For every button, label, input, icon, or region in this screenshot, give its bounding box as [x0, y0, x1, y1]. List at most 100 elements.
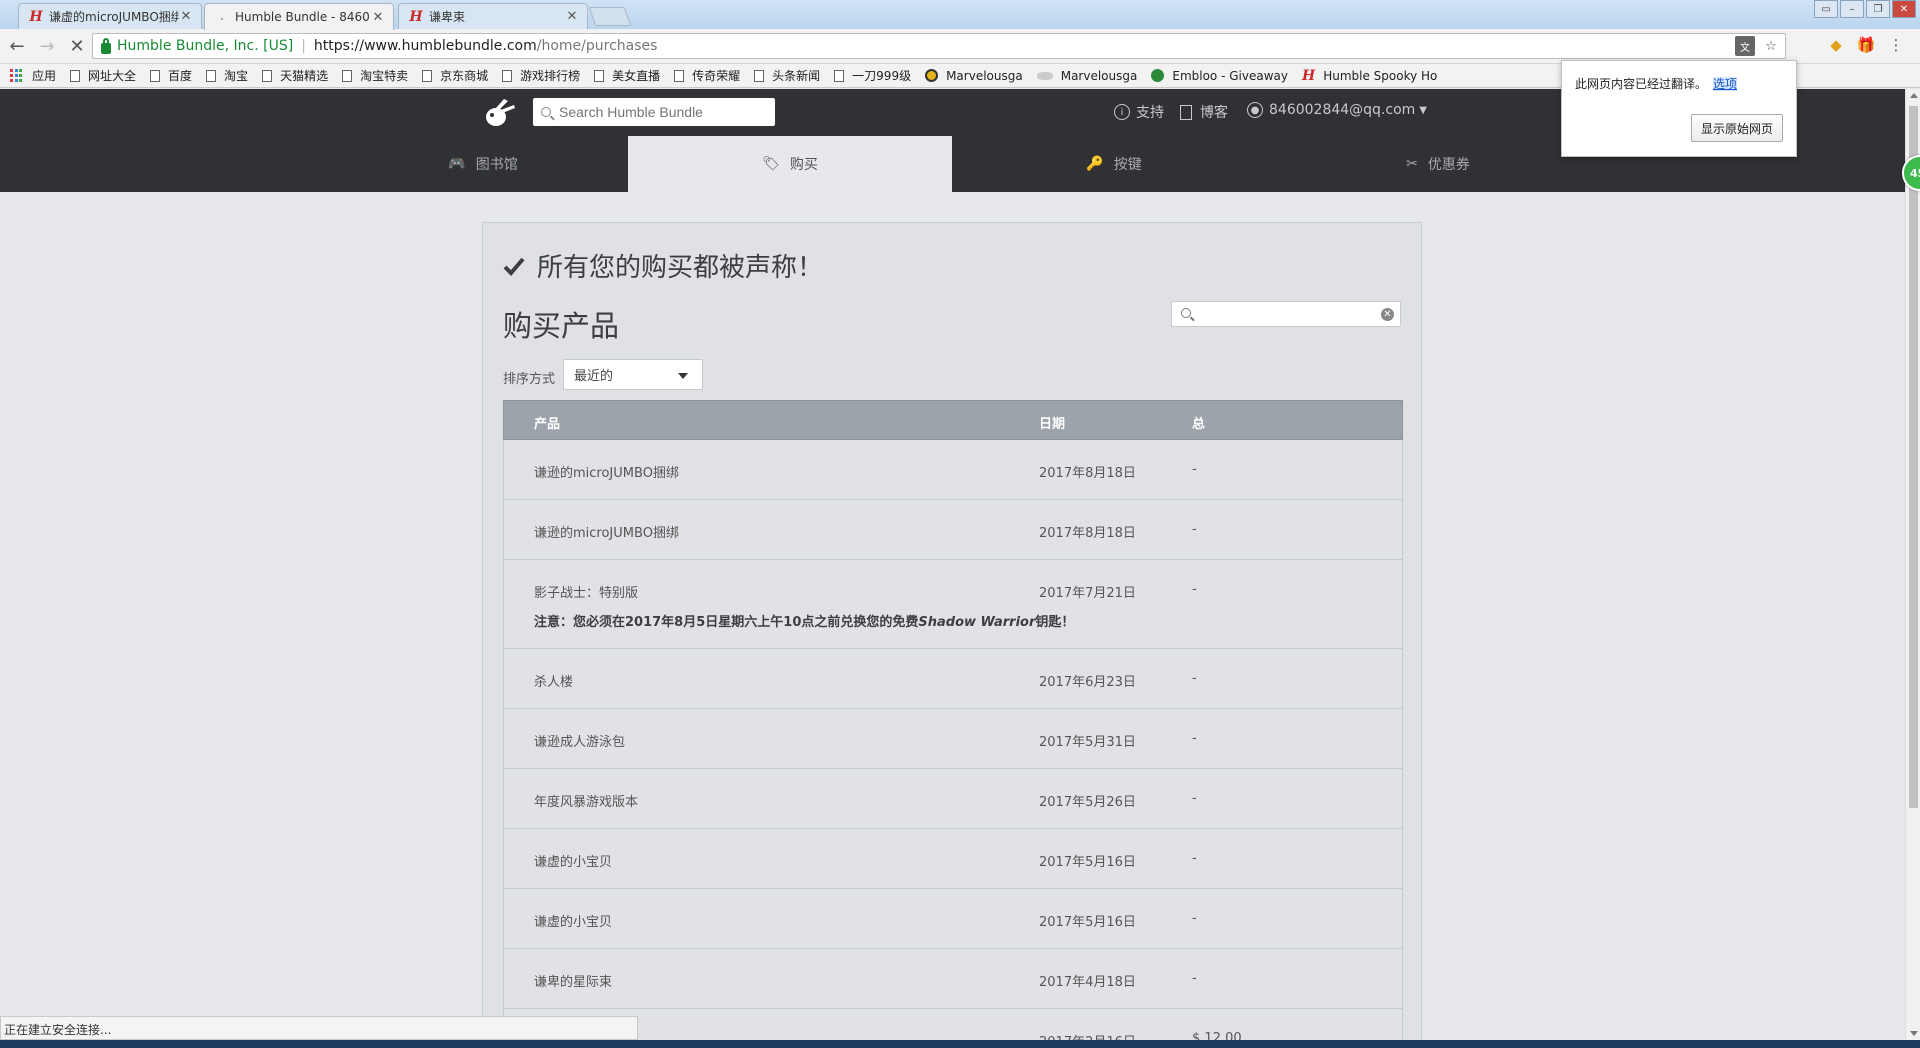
translate-message-line: 此网页内容已经过翻译。 选项 [1575, 75, 1738, 92]
cell-product[interactable]: 谦卑的星际束 [534, 971, 612, 990]
purchases-search-input[interactable] [1200, 305, 1370, 323]
bookmark-item[interactable]: 天猫精选 [262, 67, 328, 84]
bookmark-item[interactable]: Marvelousga [925, 69, 1023, 83]
bookmark-item[interactable]: Embloo - Giveaway [1151, 69, 1288, 83]
restore-icon[interactable]: ❐ [1866, 0, 1890, 18]
claimed-banner: 所有您的购买都被声称！ [503, 247, 823, 284]
table-row[interactable]: 谦虚的小宝贝 2017年5月16日 - [503, 829, 1403, 889]
tag-icon: 🏷 [762, 156, 780, 172]
back-arrow-icon[interactable]: ← [4, 33, 30, 59]
close-window-icon[interactable]: ✕ [1892, 0, 1916, 18]
cell-date: 2017年5月31日 [1039, 735, 1136, 750]
translate-options-link[interactable]: 选项 [1713, 77, 1738, 91]
minimize-icon[interactable]: – [1840, 0, 1864, 18]
tab-library[interactable]: 🎮 图书馆 [338, 136, 628, 192]
bookmark-item[interactable]: 应用 [10, 67, 56, 84]
bookmark-item[interactable]: 传奇荣耀 [674, 67, 740, 84]
gift-icon[interactable]: 🎁 [1856, 35, 1876, 55]
header-date[interactable]: 日期 [1039, 413, 1065, 432]
tab-purchases[interactable]: 🏷 购买 [628, 136, 952, 192]
sort-dropdown[interactable]: 最近的 [563, 359, 703, 390]
extension-color-icon[interactable]: ◆ [1826, 35, 1846, 55]
table-row[interactable]: 谦逊的microJUMBO捆绑 2017年8月18日 - [503, 440, 1403, 500]
window-controls: ▭ – ❐ ✕ [1814, 0, 1916, 18]
stop-loading-icon[interactable]: ✕ [64, 33, 90, 59]
page-icon [422, 69, 433, 82]
bookmark-item[interactable]: 头条新闻 [754, 67, 820, 84]
menu-icon[interactable]: ⋮ [1886, 35, 1906, 55]
table-row[interactable]: 年度风暴游戏版本 2017年5月26日 - [503, 769, 1403, 829]
browser-tab[interactable]: H 谦虚的microJUMBO捆绑 ✕ [18, 3, 202, 29]
cell-product[interactable]: 杀人楼 [534, 671, 573, 690]
claimed-message: 所有您的购买都被声称！ [537, 253, 824, 283]
humble-search[interactable] [533, 98, 775, 126]
tab-label: 按键 [1113, 157, 1142, 173]
cell-product[interactable]: 谦虚的小宝贝 [534, 851, 612, 870]
tab-coupons[interactable]: ✂ 优惠券 [1276, 136, 1600, 192]
page-icon [70, 69, 81, 82]
humble-h-icon: H [1301, 67, 1316, 84]
header-total[interactable]: 总 [1192, 413, 1205, 432]
bookmark-item[interactable]: 京东商城 [422, 67, 488, 84]
cell-total: - [1192, 911, 1197, 926]
bookmark-label: 头条新闻 [772, 69, 821, 83]
forward-arrow-icon[interactable]: → [34, 33, 60, 59]
user-icon[interactable]: ▭ [1814, 0, 1838, 18]
table-row[interactable]: 谦卑的星际束 2017年4月18日 - [503, 949, 1403, 1009]
cell-total: - [1192, 582, 1197, 597]
browser-tab[interactable]: H 谦卑束 ✕ [398, 3, 588, 29]
purchases-search[interactable]: ✕ [1171, 301, 1401, 327]
table-header: 产品 日期 总 [503, 400, 1403, 440]
blog-link[interactable]: 博客 [1180, 102, 1228, 122]
scroll-thumb[interactable] [1909, 106, 1918, 808]
table-row[interactable]: 谦逊成人游泳包 2017年5月31日 - [503, 709, 1403, 769]
bookmark-item[interactable]: 一刀999级 [834, 67, 911, 84]
scroll-down-icon[interactable] [1910, 1031, 1918, 1036]
humble-search-input[interactable] [559, 104, 759, 120]
tab-close-icon[interactable]: ✕ [565, 9, 579, 24]
table-row[interactable]: 杀人楼 2017年6月23日 - [503, 649, 1403, 709]
translate-icon[interactable]: 文 [1735, 36, 1755, 56]
cell-date: 2017年5月26日 [1039, 795, 1136, 810]
chevron-down-icon [678, 373, 688, 379]
tab-close-icon[interactable]: ✕ [371, 10, 385, 25]
tab-keys[interactable]: 🔑 按键 [952, 136, 1276, 192]
show-original-button[interactable]: 显示原始网页 [1690, 114, 1783, 142]
cell-product[interactable]: 年度风暴游戏版本 [534, 791, 638, 810]
bookmark-item[interactable]: H Humble Spooky Ho [1302, 68, 1437, 84]
notice-game-name: Shadow Warrior [918, 615, 1036, 630]
scroll-up-icon[interactable] [1910, 93, 1918, 98]
site-identity[interactable]: Humble Bundle, Inc. [US] [117, 38, 293, 54]
cell-product[interactable]: 谦虚的小宝贝 [534, 911, 612, 930]
tab-close-icon[interactable]: ✕ [179, 9, 193, 24]
bookmark-item[interactable]: 百度 [150, 67, 192, 84]
cell-product[interactable]: 谦逊的microJUMBO捆绑 [534, 462, 679, 481]
extension-icons: ◆ 🎁 ⋮ [1826, 35, 1906, 55]
bookmark-star-icon[interactable]: ☆ [1761, 36, 1781, 56]
address-bar[interactable]: Humble Bundle, Inc. [US] | https://www.h… [92, 33, 1786, 59]
table-row[interactable]: 影子战士：特别版 2017年7月21日 - 注意：您必须在2017年8月5日星期六上午… [503, 560, 1403, 649]
bookmark-item[interactable]: 淘宝特卖 [342, 67, 408, 84]
bookmark-item[interactable]: 网址大全 [70, 67, 136, 84]
clear-search-icon[interactable]: ✕ [1381, 308, 1394, 321]
page-icon [206, 69, 217, 82]
cell-product[interactable]: 影子战士：特别版 [534, 582, 638, 601]
page-scrollbar[interactable] [1905, 89, 1920, 1040]
cell-product[interactable]: 谦逊的microJUMBO捆绑 [534, 522, 679, 541]
bookmark-item[interactable]: 淘宝 [206, 67, 248, 84]
support-link[interactable]: i 支持 [1114, 102, 1164, 122]
page-icon [342, 69, 353, 82]
account-menu[interactable]: ● 846002844@qq.com ▼ [1247, 102, 1427, 118]
browser-tab-active[interactable]: . Humble Bundle - 8460 ✕ [204, 3, 394, 30]
humble-logo-icon[interactable] [480, 97, 516, 129]
header-product[interactable]: 产品 [534, 413, 560, 432]
bookmark-item[interactable]: 游戏排行榜 [502, 67, 580, 84]
url-path: /home/purchases [536, 38, 658, 54]
cell-product[interactable]: 谦逊成人游泳包 [534, 731, 625, 750]
new-tab-button[interactable] [588, 7, 632, 26]
bookmark-item[interactable]: 美女直播 [594, 67, 660, 84]
table-row[interactable]: 谦逊的microJUMBO捆绑 2017年8月18日 - [503, 500, 1403, 560]
table-row[interactable]: 谦虚的小宝贝 2017年5月16日 - [503, 889, 1403, 949]
bookmark-item[interactable]: Marvelousga [1036, 69, 1137, 83]
tab-label: 优惠券 [1427, 157, 1470, 173]
